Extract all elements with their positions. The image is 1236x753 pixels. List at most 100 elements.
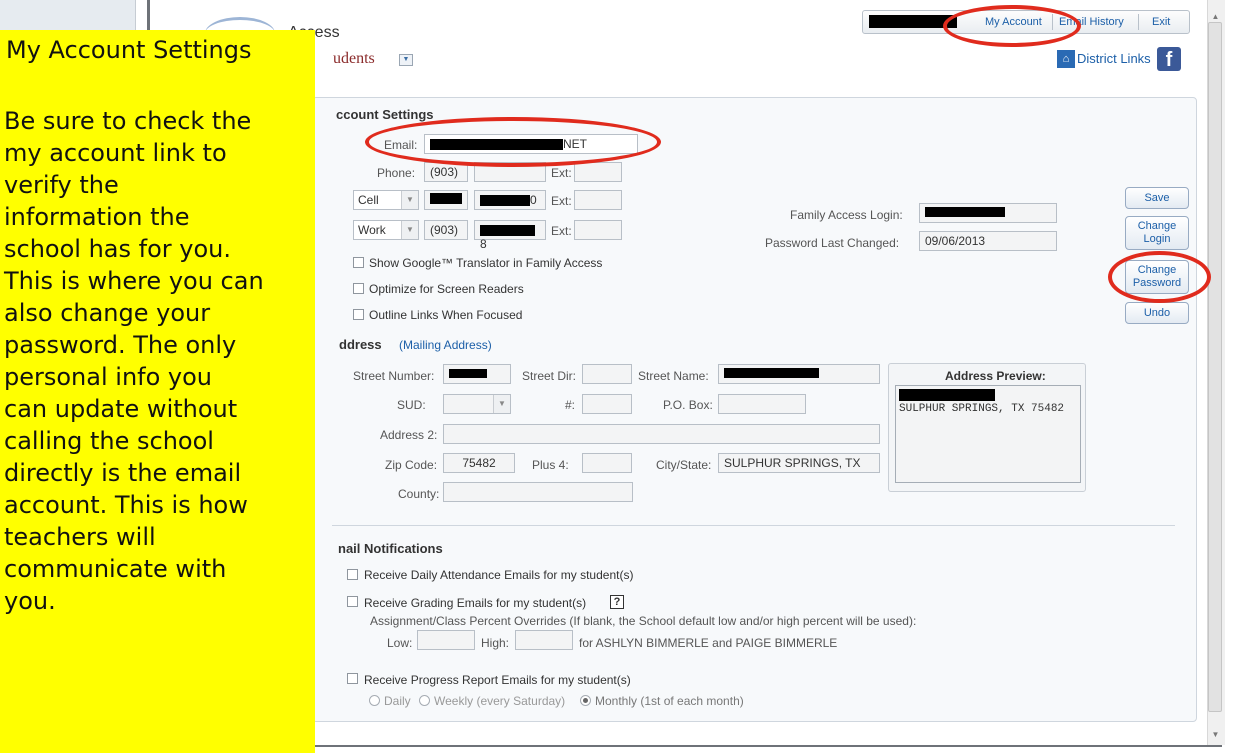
callout-body: Be sure to check the my account link to … (4, 107, 264, 615)
outline-links-label: Outline Links When Focused (369, 308, 523, 322)
street-name-label: Street Name: (638, 369, 709, 383)
po-box-label: P.O. Box: (663, 398, 713, 412)
override-students-text: for ASHLYN BIMMERLE and PAIGE BIMMERLE (579, 636, 838, 650)
grading-emails-label: Receive Grading Emails for my student(s) (364, 596, 587, 610)
chevron-down-icon[interactable]: ▼ (399, 54, 413, 66)
work-ext-field[interactable] (574, 220, 622, 240)
address-preview-text: SULPHUR SPRINGS, TX 75482 (895, 385, 1081, 483)
city-state-field[interactable]: SULPHUR SPRINGS, TX (718, 453, 880, 473)
monthly-radio[interactable] (580, 695, 591, 706)
outline-links-checkbox[interactable] (353, 309, 364, 320)
phone-label: Phone: (377, 166, 416, 180)
change-password-annotation-circle (1108, 251, 1211, 303)
weekly-radio[interactable] (419, 695, 430, 706)
address-preview-city: SULPHUR SPRINGS, TX 75482 (899, 403, 1065, 415)
scroll-down-icon[interactable]: ▼ (1207, 730, 1224, 739)
account-settings-heading: ccount Settings (336, 107, 434, 122)
county-field[interactable] (443, 482, 633, 502)
redacted-area-code (430, 193, 462, 204)
ext-label: Ext: (551, 224, 572, 238)
address-preview-label: Address Preview: (945, 369, 1046, 383)
plus-4-label: Plus 4: (532, 458, 569, 472)
low-percent-field[interactable] (417, 630, 475, 650)
ext-label: Ext: (551, 194, 572, 208)
redacted-login (925, 207, 1005, 217)
attendance-emails-label: Receive Daily Attendance Emails for my s… (364, 568, 634, 582)
chevron-down-icon: ▼ (493, 395, 510, 413)
scroll-up-icon[interactable]: ▲ (1207, 12, 1224, 21)
cell-number-field[interactable]: 0 (474, 190, 546, 210)
address-2-label: Address 2: (380, 428, 438, 442)
street-number-field[interactable] (443, 364, 511, 384)
chevron-down-icon: ▼ (401, 221, 418, 239)
password-last-changed-value: 09/06/2013 (919, 231, 1057, 251)
progress-report-label: Receive Progress Report Emails for my st… (364, 673, 631, 687)
grading-emails-checkbox[interactable] (347, 596, 358, 607)
high-label: High: (481, 636, 510, 650)
street-name-field[interactable] (718, 364, 880, 384)
undo-button[interactable]: Undo (1125, 302, 1189, 324)
family-access-login-label: Family Access Login: (790, 208, 903, 222)
street-number-label: Street Number: (353, 369, 435, 383)
screen-readers-label: Optimize for Screen Readers (369, 282, 524, 296)
redacted-preview-street (899, 389, 995, 401)
email-annotation-circle (365, 117, 661, 167)
high-percent-field[interactable] (515, 630, 573, 650)
unit-number-label: #: (565, 398, 576, 412)
district-links-link[interactable]: District Links (1077, 51, 1151, 66)
help-icon[interactable]: ? (610, 595, 624, 609)
unit-number-field[interactable] (582, 394, 632, 414)
work-area-field[interactable]: (903) (424, 220, 468, 240)
cell-ext-field[interactable] (574, 190, 622, 210)
sud-label: SUD: (397, 398, 426, 412)
daily-label: Daily (384, 694, 411, 708)
redacted-number (480, 225, 535, 237)
family-access-login-field[interactable] (919, 203, 1057, 223)
nav-separator (1138, 14, 1139, 30)
phone-type-select-cell[interactable]: Cell ▼ (353, 190, 419, 210)
phone-ext-field[interactable] (574, 162, 622, 182)
street-dir-label: Street Dir: (522, 369, 577, 383)
scrollbar-thumb[interactable] (1208, 22, 1222, 712)
cell-area-field[interactable] (424, 190, 468, 210)
po-box-field[interactable] (718, 394, 806, 414)
screen-readers-checkbox[interactable] (353, 283, 364, 294)
progress-report-checkbox[interactable] (347, 673, 358, 684)
address-2-field[interactable] (443, 424, 880, 444)
address-heading: ddress (339, 337, 382, 352)
district-links-icon[interactable]: ⌂ (1057, 50, 1075, 68)
redacted-number (480, 195, 530, 207)
county-label: County: (398, 487, 440, 501)
zip-code-label: Zip Code: (385, 458, 438, 472)
daily-radio[interactable] (369, 695, 380, 706)
callout-title: My Account Settings (6, 36, 252, 64)
save-button[interactable]: Save (1125, 187, 1189, 209)
zip-code-field[interactable]: 75482 (443, 453, 515, 473)
redacted-street-name (724, 368, 819, 378)
overrides-description: Assignment/Class Percent Overrides (If b… (370, 614, 917, 628)
password-last-changed-label: Password Last Changed: (765, 236, 900, 250)
plus-4-field[interactable] (582, 453, 632, 473)
google-translator-checkbox[interactable] (353, 257, 364, 268)
facebook-icon[interactable]: f (1157, 47, 1181, 71)
google-translator-label: Show Google™ Translator in Family Access (369, 256, 603, 270)
ext-label: Ext: (551, 166, 572, 180)
phone-type-select-work[interactable]: Work ▼ (353, 220, 419, 240)
students-menu-label[interactable]: udents (333, 50, 375, 68)
redacted-street-number (449, 369, 487, 378)
sud-select[interactable]: ▼ (443, 394, 511, 414)
change-login-button[interactable]: Change Login (1125, 216, 1189, 250)
mailing-address-link[interactable]: (Mailing Address) (399, 338, 492, 352)
email-notifications-heading: nail Notifications (338, 541, 443, 556)
low-label: Low: (387, 636, 413, 650)
my-account-annotation-circle (943, 5, 1081, 47)
work-number-field[interactable]: 8 (474, 220, 546, 251)
chevron-down-icon: ▼ (401, 191, 418, 209)
street-dir-field[interactable] (582, 364, 632, 384)
weekly-label: Weekly (every Saturday) (434, 694, 566, 708)
monthly-label: Monthly (1st of each month) (595, 694, 744, 708)
attendance-emails-checkbox[interactable] (347, 569, 358, 580)
exit-link[interactable]: Exit (1152, 16, 1170, 28)
city-state-label: City/State: (656, 458, 712, 472)
section-divider (332, 525, 1175, 526)
